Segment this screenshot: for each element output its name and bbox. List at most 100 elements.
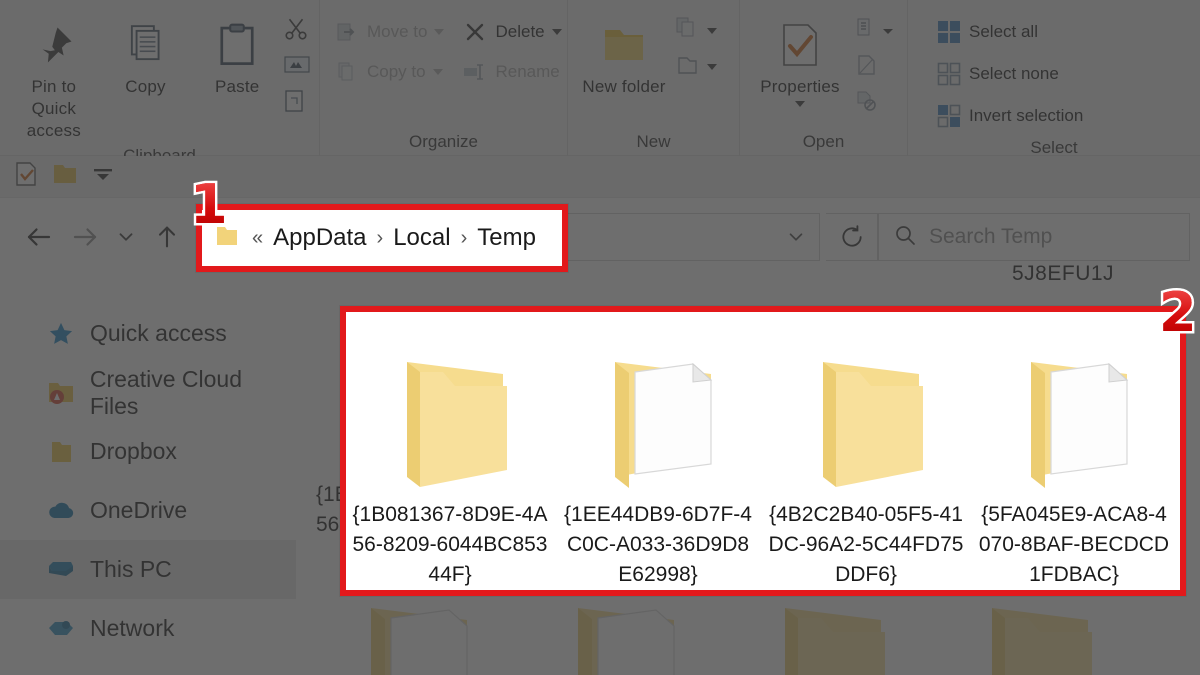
paste-shortcut-button[interactable]: [283, 88, 311, 118]
paste-button[interactable]: Paste: [191, 8, 283, 98]
forward-button[interactable]: [62, 214, 108, 260]
sidebar-item-label: Dropbox: [90, 438, 177, 464]
customize-chevron-icon[interactable]: [92, 166, 114, 187]
properties-icon[interactable]: [14, 161, 38, 192]
sidebar-item-onedrive[interactable]: OneDrive: [0, 481, 296, 540]
annotation-badge-2-fill: 2: [1159, 281, 1197, 344]
sidebar-item-quick-access[interactable]: Quick access: [0, 304, 296, 363]
move-to-icon: [334, 19, 360, 45]
new-folder-button[interactable]: New folder: [576, 8, 672, 98]
ribbon-group-clipboard: Pin to Quick access Copy Paste: [0, 0, 320, 165]
breadcrumb-overflow[interactable]: «: [252, 227, 263, 250]
copy-path-icon: [283, 54, 311, 81]
sidebar-item-label: Quick access: [90, 320, 227, 346]
ribbon-group-new: New folder New: [568, 0, 740, 156]
pin-to-quick-access-button[interactable]: Pin to Quick access: [8, 8, 100, 142]
select-none-button[interactable]: Select none: [930, 56, 1089, 92]
sidebar-item-network[interactable]: Network: [0, 599, 296, 658]
list-item[interactable]: {4B2C2B40-05F5-41DC-96A2-5C44FD75DDF6}: [762, 324, 970, 590]
breadcrumb-separator[interactable]: ›: [377, 227, 384, 250]
open-small-buttons: [854, 8, 893, 118]
chevron-down-icon: [707, 28, 717, 34]
back-button[interactable]: [16, 214, 62, 260]
sidebar-item-creative-cloud-files[interactable]: Creative Cloud Files: [0, 363, 296, 422]
search-box[interactable]: Search Temp: [878, 213, 1190, 261]
copy-icon: [124, 14, 168, 76]
search-input[interactable]: Search Temp: [929, 225, 1052, 249]
new-item-button[interactable]: [674, 16, 717, 46]
address-bar-highlighted[interactable]: « AppData › Local › Temp: [202, 210, 562, 266]
screenshot-root: Pin to Quick access Copy Paste Move to C…: [0, 0, 1200, 675]
ribbon-group-open: Properties Open: [740, 0, 908, 156]
sidebar-item-dropbox[interactable]: Dropbox: [0, 422, 296, 481]
ribbon-group-label-open: Open: [802, 132, 845, 151]
pin-icon: [33, 14, 75, 76]
properties-icon: [779, 14, 821, 76]
ribbon-group-select: Select all Select none Invert selection …: [908, 0, 1200, 157]
edit-button[interactable]: [854, 52, 893, 82]
organize-column-2: Delete Rename: [456, 8, 567, 90]
history-button[interactable]: [854, 88, 893, 118]
quick-access-toolbar: [0, 156, 1200, 198]
breadcrumb-item-temp[interactable]: Temp: [477, 224, 536, 252]
new-folder-label: New folder: [582, 77, 666, 96]
new-folder-icon[interactable]: [52, 162, 78, 191]
recent-locations-button[interactable]: [108, 214, 144, 260]
open-button[interactable]: [854, 16, 893, 46]
partial-file-label: 5J8EFU1J: [1012, 262, 1115, 285]
select-all-button[interactable]: Select all: [930, 14, 1089, 50]
breadcrumb-item-appdata[interactable]: AppData: [273, 224, 366, 252]
list-item[interactable]: {5FA045E9-ACA8-4070-8BAF-BECDCD1FDBAC}: [970, 324, 1178, 590]
copy-path-button[interactable]: [283, 52, 311, 82]
list-item-label: {4B2C2B40-05F5-41DC-96A2-5C44FD75DDF6}: [768, 503, 964, 586]
pin-to-quick-access-label: Pin to Quick access: [26, 77, 81, 140]
rename-label: Rename: [495, 62, 560, 81]
chevron-down-icon: [883, 28, 893, 34]
file-list-highlighted[interactable]: {1B081367-8D9E-4A56-8209-6044BC85344F} {…: [346, 312, 1180, 590]
rename-button[interactable]: Rename: [456, 54, 567, 90]
copy-to-button[interactable]: Copy to: [328, 54, 450, 90]
copy-to-icon: [334, 59, 360, 85]
annotation-badge-1-fill: 1: [190, 173, 228, 236]
chevron-down-icon: [432, 69, 443, 75]
select-all-icon: [936, 19, 962, 45]
easy-access-button[interactable]: [674, 52, 717, 82]
up-button[interactable]: [144, 214, 190, 260]
list-item-label: {5FA045E9-ACA8-4070-8BAF-BECDCD1FDBAC}: [978, 503, 1170, 586]
sidebar-item-label: This PC: [90, 556, 172, 582]
highlight-box-file-list: {1B081367-8D9E-4A56-8209-6044BC85344F} {…: [340, 306, 1186, 596]
refresh-button[interactable]: [826, 213, 878, 261]
cloud-icon: [46, 496, 76, 526]
move-to-button[interactable]: Move to: [328, 14, 450, 50]
folder-empty-icon: [801, 332, 931, 492]
address-dropdown-chevron-icon[interactable]: [779, 226, 813, 248]
creative-cloud-icon: [46, 378, 76, 408]
dropbox-folder-icon: [46, 437, 76, 467]
select-none-label: Select none: [969, 64, 1059, 83]
select-all-label: Select all: [969, 22, 1038, 41]
cut-button[interactable]: [283, 16, 311, 46]
delete-button[interactable]: Delete: [456, 14, 567, 50]
copy-button[interactable]: Copy: [100, 8, 192, 98]
copy-label: Copy: [125, 77, 166, 96]
list-item[interactable]: {1EE44DB9-6D7F-4C0C-A033-36D9D8E62998}: [554, 324, 762, 590]
invert-selection-button[interactable]: Invert selection: [930, 98, 1089, 134]
sidebar-item-this-pc[interactable]: This PC: [0, 540, 296, 599]
ribbon-group-label-new: New: [636, 132, 671, 151]
folder-with-document-icon: [1009, 332, 1139, 492]
breadcrumb: « AppData › Local › Temp: [252, 224, 562, 252]
edit-icon: [854, 53, 878, 82]
search-icon: [893, 223, 917, 252]
delete-label: Delete: [495, 22, 545, 41]
ribbon-group-label-organize: Organize: [409, 132, 478, 151]
rename-icon: [462, 59, 488, 85]
folder-with-document-icon: [593, 332, 723, 492]
list-item[interactable]: {1B081367-8D9E-4A56-8209-6044BC85344F}: [346, 324, 554, 590]
history-icon: [854, 89, 878, 118]
properties-button[interactable]: Properties: [748, 8, 852, 107]
properties-label: Properties: [760, 77, 840, 96]
network-icon: [46, 614, 76, 644]
breadcrumb-item-local[interactable]: Local: [393, 224, 450, 252]
highlight-box-address-bar: « AppData › Local › Temp: [196, 204, 568, 272]
breadcrumb-separator[interactable]: ›: [461, 227, 468, 250]
